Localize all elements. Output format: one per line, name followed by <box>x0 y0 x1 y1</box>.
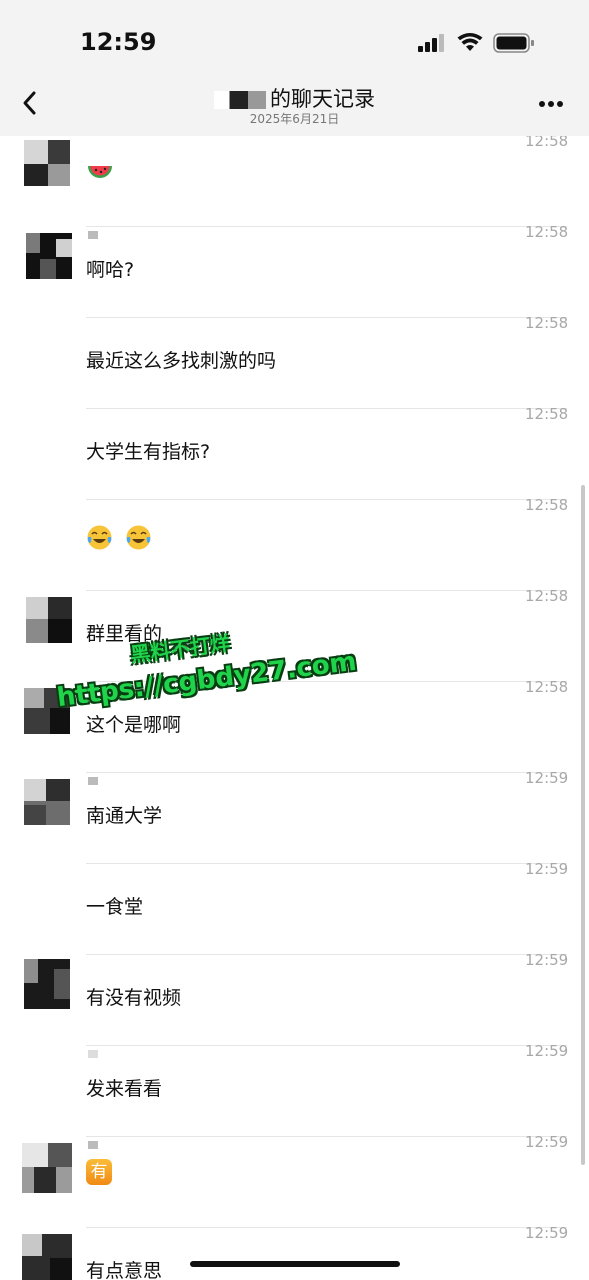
message-time: 12:58 <box>525 405 569 423</box>
message-item[interactable]: 有点意思 12:59 <box>0 1224 589 1280</box>
message-item[interactable]: 有没有视频 12:59 <box>0 951 589 1046</box>
message-item[interactable]: 一食堂 12:59 <box>0 860 589 955</box>
avatar[interactable] <box>26 233 72 279</box>
message-time: 12:59 <box>525 1133 569 1151</box>
avatar[interactable] <box>22 1143 72 1193</box>
watermelon-emoji-icon <box>88 166 112 178</box>
message-time: 12:58 <box>525 496 569 514</box>
you-emoji-badge: 有 <box>86 1159 112 1185</box>
wifi-icon <box>457 33 483 51</box>
nav-bar: 的聊天记录 2025年6月21日 <box>0 70 589 136</box>
page-title-text: 的聊天记录 <box>270 87 375 111</box>
message-item[interactable]: 啊哈? 12:58 <box>0 223 589 318</box>
avatar[interactable] <box>24 959 70 1009</box>
avatar[interactable] <box>22 1234 72 1280</box>
message-content: 有 <box>86 1159 112 1185</box>
sender-name <box>88 777 98 785</box>
more-icon[interactable] <box>538 100 564 108</box>
message-item[interactable]: 12:58 <box>0 496 589 591</box>
battery-icon <box>493 33 534 53</box>
message-content <box>86 524 158 551</box>
message-item[interactable]: 有 12:59 <box>0 1133 589 1228</box>
status-bar: 12:59 <box>0 0 589 70</box>
message-item[interactable]: 12:58 <box>0 136 589 227</box>
message-text: 大学生有指标? <box>86 441 211 463</box>
message-time: 12:58 <box>525 136 569 150</box>
page-title: 的聊天记录 <box>0 83 589 113</box>
tears-of-joy-emoji-icon <box>126 525 151 550</box>
scrollbar[interactable] <box>581 485 585 1165</box>
message-time: 12:59 <box>525 769 569 787</box>
message-time: 12:59 <box>525 1042 569 1060</box>
message-time: 12:58 <box>525 314 569 332</box>
message-text: 有点意思 <box>86 1260 163 1280</box>
message-content <box>86 158 120 186</box>
message-item[interactable]: 南通大学 12:59 <box>0 769 589 864</box>
status-time: 12:59 <box>80 28 157 56</box>
message-time: 12:58 <box>525 678 569 696</box>
message-text: 啊哈? <box>86 259 135 281</box>
message-time: 12:59 <box>525 1224 569 1242</box>
tears-of-joy-emoji-icon <box>87 525 112 550</box>
home-indicator[interactable] <box>190 1261 400 1267</box>
message-text: 最近这么多找刺激的吗 <box>86 350 277 372</box>
page-subtitle: 2025年6月21日 <box>249 112 340 126</box>
message-time: 12:58 <box>525 587 569 605</box>
message-time: 12:59 <box>525 860 569 878</box>
message-time: 12:59 <box>525 951 569 969</box>
message-item[interactable]: 最近这么多找刺激的吗 12:58 <box>0 314 589 409</box>
message-text: 有没有视频 <box>86 987 182 1009</box>
watermark: 黑料不打烊 https://cgbdy27.com <box>50 631 358 725</box>
sender-name <box>88 1050 98 1058</box>
sender-name <box>88 231 98 239</box>
message-text: 一食堂 <box>86 896 144 918</box>
avatar[interactable] <box>24 140 70 186</box>
avatar[interactable] <box>24 779 70 825</box>
message-item[interactable]: 大学生有指标? 12:58 <box>0 405 589 500</box>
message-text: 南通大学 <box>86 805 163 827</box>
message-time: 12:58 <box>525 223 569 241</box>
cellular-signal-icon <box>418 34 444 52</box>
message-item[interactable]: 发来看看 12:59 <box>0 1042 589 1137</box>
redacted-name <box>214 91 266 109</box>
sender-name <box>88 1141 98 1149</box>
message-text: 发来看看 <box>86 1078 163 1100</box>
